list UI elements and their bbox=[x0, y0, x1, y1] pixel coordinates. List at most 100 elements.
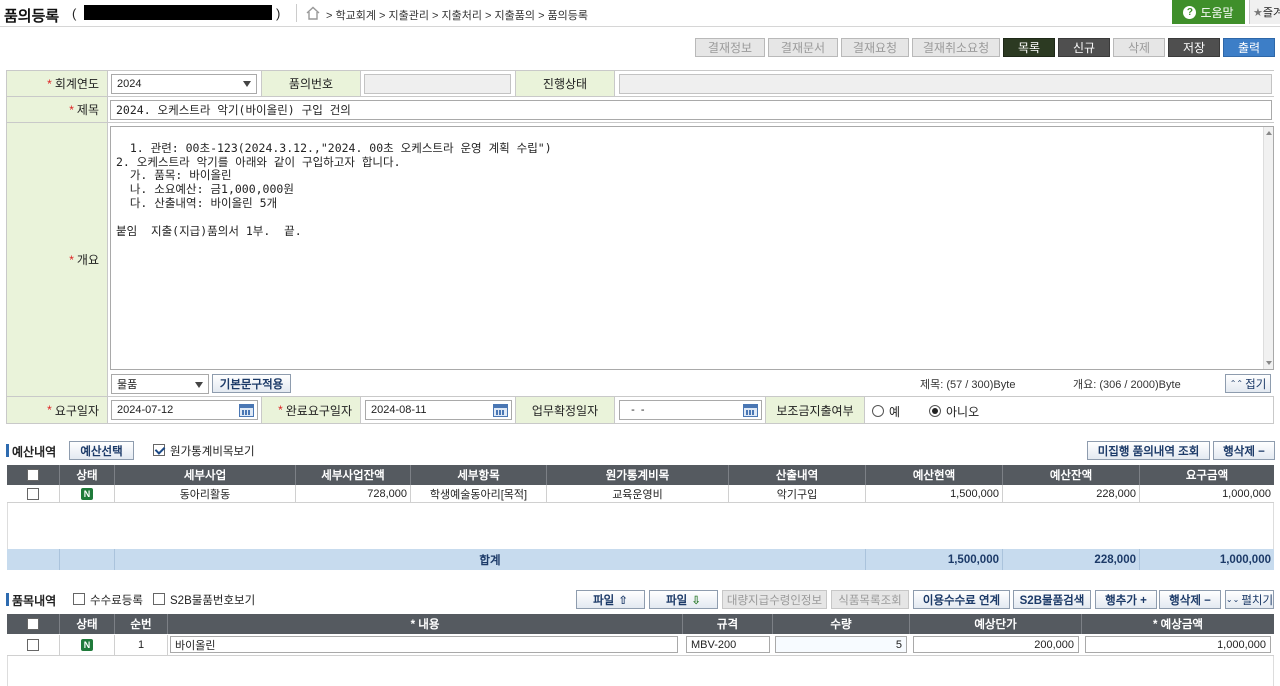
list-button[interactable]: 목록 bbox=[1003, 38, 1055, 57]
col-budget-current: 예산현액 bbox=[866, 465, 1003, 485]
row-cost-item: 교육운영비 bbox=[547, 485, 729, 503]
school-name-open-paren: ( bbox=[72, 6, 77, 21]
help-icon: ? bbox=[1183, 5, 1197, 19]
total-budget-current: 1,500,000 bbox=[866, 549, 1003, 570]
new-button[interactable]: 신규 bbox=[1058, 38, 1110, 57]
approval-request-button[interactable]: 결재요청 bbox=[841, 38, 909, 57]
amount-input[interactable]: 1,000,000 bbox=[1085, 636, 1271, 653]
confirm-date-input[interactable]: - - bbox=[619, 400, 762, 420]
budget-select-button[interactable]: 예산선택 bbox=[69, 441, 134, 460]
delete-button[interactable]: 삭제 bbox=[1113, 38, 1165, 57]
complete-date-input[interactable]: 2024-08-11 bbox=[365, 400, 512, 420]
col-calc: 산출내역 bbox=[729, 465, 866, 485]
home-icon[interactable] bbox=[305, 5, 321, 21]
help-label: 도움말 bbox=[1200, 5, 1234, 20]
collapse-button[interactable]: ⌃⌃ 접기 bbox=[1225, 374, 1271, 393]
content-input[interactable]: 바이올린 bbox=[170, 636, 678, 653]
confirm-date-label: 업무확정일자 bbox=[515, 397, 615, 423]
calendar-icon[interactable] bbox=[239, 404, 254, 417]
favorite-label: 즐겨 bbox=[1262, 7, 1280, 19]
star-icon: ★ bbox=[1253, 6, 1263, 19]
goods-select-all-checkbox[interactable] bbox=[27, 618, 39, 630]
col-project: 세부사업 bbox=[115, 465, 296, 485]
spec-input[interactable]: MBV-200 bbox=[686, 636, 770, 653]
subject-input[interactable]: 2024. 오케스트라 악기(바이올린) 구입 건의 bbox=[110, 100, 1272, 120]
budget-grid-header: 상태 세부사업 세부사업잔액 세부항목 원가통계비목 산출내역 예산현액 예산잔… bbox=[7, 465, 1274, 485]
summary-byte-count: 개요: (306 / 2000)Byte bbox=[1073, 379, 1181, 391]
table-row[interactable]: N 1 바이올린 MBV-200 5 200,000 1,000,000 bbox=[7, 635, 1274, 656]
file-download-button[interactable]: 파일 ⇩ bbox=[649, 590, 718, 609]
expand-button[interactable]: ⌄⌄ 펼치기 bbox=[1225, 590, 1274, 609]
approval-doc-button[interactable]: 결재문서 bbox=[768, 38, 838, 57]
goods-delete-row-button[interactable]: 행삭제 − bbox=[1159, 590, 1221, 609]
chevron-down-icon bbox=[243, 81, 251, 87]
calendar-icon[interactable] bbox=[743, 404, 758, 417]
col-budget-balance: 예산잔액 bbox=[1003, 465, 1140, 485]
s2b-number-label: S2B물품번호보기 bbox=[170, 595, 256, 607]
summary-scrollbar[interactable] bbox=[1263, 127, 1273, 369]
subsidy-no-radio[interactable] bbox=[929, 405, 941, 417]
goods-section-title: 품목내역 bbox=[12, 594, 57, 608]
save-button[interactable]: 저장 bbox=[1168, 38, 1220, 57]
summary-textarea[interactable]: 1. 관련: 00초-123(2024.3.12.,"2024. 00초 오케스… bbox=[110, 126, 1274, 370]
row-checkbox[interactable] bbox=[27, 487, 39, 500]
col-spec: 규격 bbox=[683, 614, 773, 634]
goods-grid-header: 상태 순번 * 내용 규격 수량 예상단가 * 예상금액 bbox=[7, 614, 1274, 634]
table-row[interactable]: N 동아리활동 728,000 학생예술동아리[목적] 교육운영비 악기구입 1… bbox=[7, 485, 1274, 503]
page-title: 품의등록 bbox=[4, 8, 60, 25]
col-goods-status: 상태 bbox=[60, 614, 115, 634]
goods-select-all-header bbox=[7, 614, 60, 634]
col-content: * 내용 bbox=[168, 614, 683, 634]
collapse-icon: ⌃⌃ bbox=[1229, 379, 1244, 388]
subject-label: * 제목 bbox=[7, 97, 108, 123]
row-status-cell: N bbox=[60, 485, 115, 503]
favorite-button[interactable]: ★즐겨 bbox=[1249, 0, 1280, 24]
fee-link-button[interactable]: 이용수수료 연계 bbox=[913, 590, 1010, 609]
print-button[interactable]: 출력 bbox=[1223, 38, 1275, 57]
summary-text: 1. 관련: 00초-123(2024.3.12.,"2024. 00초 오케스… bbox=[116, 140, 552, 238]
fee-register-checkbox[interactable] bbox=[73, 593, 85, 605]
total-label: 합계 bbox=[115, 549, 866, 570]
school-name-close-paren: ) bbox=[276, 6, 281, 21]
subsidy-yes-radio[interactable] bbox=[872, 405, 884, 417]
approval-info-button[interactable]: 결재정보 bbox=[695, 38, 765, 57]
file-upload-button[interactable]: 파일 ⇧ bbox=[576, 590, 645, 609]
request-date-input[interactable]: 2024-07-12 bbox=[111, 400, 258, 420]
budget-delete-row-button[interactable]: 행삭제 − bbox=[1213, 441, 1275, 460]
doc-no-field bbox=[364, 74, 511, 94]
category-select[interactable]: 물품 bbox=[111, 374, 209, 394]
add-row-button[interactable]: 행추가 + bbox=[1095, 590, 1157, 609]
bulk-receipt-button[interactable]: 대량지급수령인정보 bbox=[722, 590, 827, 609]
qty-input[interactable]: 5 bbox=[775, 636, 907, 653]
s2b-number-checkbox[interactable] bbox=[153, 593, 165, 605]
help-button[interactable]: ? 도움말 bbox=[1172, 0, 1245, 24]
fiscal-year-label: * 회계연도 bbox=[7, 71, 108, 97]
s2b-search-button[interactable]: S2B물품검색 bbox=[1013, 590, 1091, 609]
row-budget-balance: 228,000 bbox=[1003, 485, 1140, 503]
apply-default-text-button[interactable]: 기본문구적용 bbox=[212, 374, 291, 393]
status-badge: N bbox=[81, 487, 93, 500]
status-field bbox=[619, 74, 1272, 94]
budget-select-all-checkbox[interactable] bbox=[27, 469, 39, 481]
complete-date-label: * 완료요구일자 bbox=[261, 397, 361, 423]
expand-icon: ⌄⌄ bbox=[1225, 595, 1240, 604]
food-list-button[interactable]: 식품목록조회 bbox=[831, 590, 909, 609]
col-item: 세부항목 bbox=[411, 465, 547, 485]
goods-grid-empty-area bbox=[7, 656, 1274, 686]
doc-no-label: 품의번호 bbox=[261, 71, 361, 97]
calendar-icon[interactable] bbox=[493, 404, 508, 417]
subsidy-no-label: 아니오 bbox=[946, 405, 980, 419]
fiscal-year-select[interactable]: 2024 bbox=[111, 74, 257, 94]
approval-cancel-button[interactable]: 결재취소요청 bbox=[912, 38, 1000, 57]
cost-stat-checkbox[interactable] bbox=[153, 444, 165, 456]
unsettled-lookup-button[interactable]: 미집행 품의내역 조회 bbox=[1087, 441, 1210, 460]
summary-label: * 개요 bbox=[7, 123, 108, 397]
row-calc: 악기구입 bbox=[729, 485, 866, 503]
goods-section-marker bbox=[6, 593, 9, 606]
budget-grid-footer: 합계 1,500,000 228,000 1,000,000 bbox=[7, 549, 1274, 570]
col-seq: 순번 bbox=[115, 614, 168, 634]
total-budget-balance: 228,000 bbox=[1003, 549, 1140, 570]
unit-price-input[interactable]: 200,000 bbox=[913, 636, 1079, 653]
row-checkbox[interactable] bbox=[27, 639, 39, 651]
budget-section-title: 예산내역 bbox=[12, 445, 57, 459]
